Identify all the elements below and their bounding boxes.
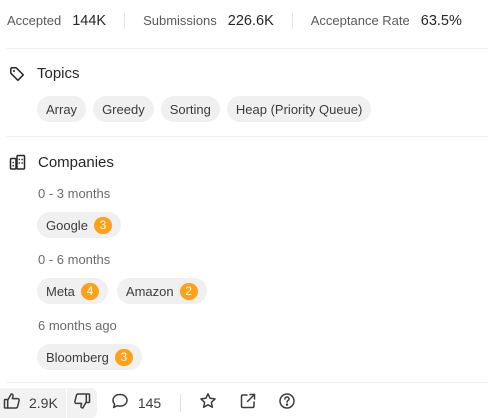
- stats-row: Accepted 144K Submissions 226.6K Accepta…: [0, 0, 488, 42]
- companies-header[interactable]: Companies: [9, 154, 114, 171]
- stat-submissions-value: 226.6K: [227, 13, 274, 29]
- company-count-badge: 2: [179, 282, 198, 300]
- stat-accepted: Accepted 144K: [7, 13, 106, 29]
- stat-submissions: Submissions 226.6K: [143, 13, 274, 29]
- stat-acceptance-rate: Acceptance Rate 63.5%: [311, 13, 462, 29]
- thumbs-down-icon: [73, 392, 91, 415]
- company-count-badge: 4: [80, 282, 99, 300]
- topic-tag[interactable]: Greedy: [93, 96, 154, 122]
- company-period: 0 - 6 months: [38, 252, 111, 267]
- dislike-button[interactable]: [67, 388, 97, 418]
- topic-tag[interactable]: Sorting: [160, 96, 220, 122]
- comment-count: 145: [137, 395, 162, 411]
- help-button[interactable]: [275, 391, 299, 415]
- topic-tags: Array Greedy Sorting Heap (Priority Queu…: [37, 96, 372, 122]
- share-button[interactable]: [236, 391, 260, 415]
- company-tag-amazon[interactable]: Amazon 2: [116, 278, 207, 304]
- company-tags: Google 3: [37, 212, 121, 238]
- topics-header[interactable]: Topics: [9, 65, 80, 82]
- company-tags: Meta 4 Amazon 2: [37, 278, 207, 304]
- company-tag-meta[interactable]: Meta 4: [37, 278, 108, 304]
- stat-accepted-value: 144K: [72, 13, 107, 29]
- stat-submissions-label: Submissions: [143, 13, 217, 28]
- stat-rate-label: Acceptance Rate: [310, 13, 410, 28]
- share-icon: [239, 392, 257, 415]
- thumbs-up-icon: [3, 392, 21, 415]
- company-count-badge: 3: [93, 216, 112, 234]
- favorite-button[interactable]: [196, 391, 220, 415]
- company-tag-label: Google: [46, 217, 88, 233]
- company-tag-label: Meta: [46, 283, 75, 299]
- topic-tag[interactable]: Array: [37, 96, 87, 122]
- stat-rate-value: 63.5%: [420, 13, 462, 29]
- company-tags: Bloomberg 3: [37, 344, 142, 370]
- companies-title: Companies: [38, 154, 114, 171]
- action-bar: 2.9K 145: [0, 388, 488, 418]
- company-tag-bloomberg[interactable]: Bloomberg 3: [37, 344, 142, 370]
- like-button[interactable]: 2.9K: [0, 388, 66, 418]
- tag-icon: [9, 66, 25, 82]
- divider: [7, 48, 488, 49]
- comments-button[interactable]: 145: [111, 392, 161, 415]
- company-period: 0 - 3 months: [38, 186, 111, 201]
- building-icon: [9, 154, 26, 171]
- topic-tag[interactable]: Heap (Priority Queue): [226, 96, 372, 122]
- topics-title: Topics: [37, 65, 80, 82]
- like-count: 2.9K: [29, 395, 58, 411]
- stat-accepted-label: Accepted: [7, 13, 62, 28]
- company-tag-label: Bloomberg: [46, 349, 109, 365]
- comment-icon: [111, 392, 129, 415]
- divider: [7, 136, 488, 137]
- divider: [7, 382, 488, 383]
- star-icon: [199, 392, 217, 415]
- stat-divider: [291, 13, 293, 29]
- company-period: 6 months ago: [38, 318, 117, 333]
- company-tag-label: Amazon: [125, 283, 174, 299]
- vote-group: 2.9K: [0, 388, 97, 418]
- company-count-badge: 3: [114, 348, 133, 366]
- stat-divider: [124, 13, 126, 29]
- action-divider: [180, 394, 182, 412]
- help-icon: [278, 392, 296, 415]
- company-tag-google[interactable]: Google 3: [37, 212, 121, 238]
